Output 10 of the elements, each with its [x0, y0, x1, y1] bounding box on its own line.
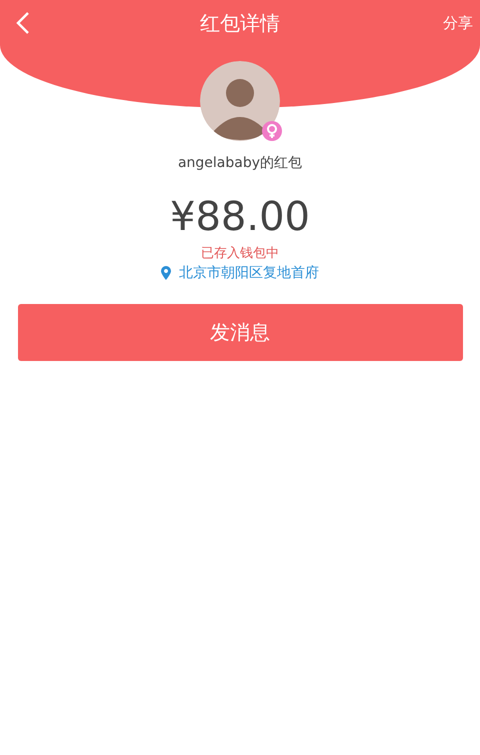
page-title: 红包详情 — [200, 10, 280, 36]
amount: ¥88.00 — [170, 194, 310, 240]
location-pin-icon — [161, 266, 171, 280]
sender-name: angelababy的红包 — [178, 154, 302, 172]
gender-badge-icon — [262, 121, 282, 141]
share-button[interactable]: 分享 — [400, 14, 480, 32]
back-icon — [16, 11, 30, 35]
send-message-button[interactable]: 发消息 — [18, 304, 462, 361]
status-text: 已存入钱包中 — [201, 245, 279, 262]
location-text: 北京市朝阳区复地首府 — [179, 264, 319, 282]
